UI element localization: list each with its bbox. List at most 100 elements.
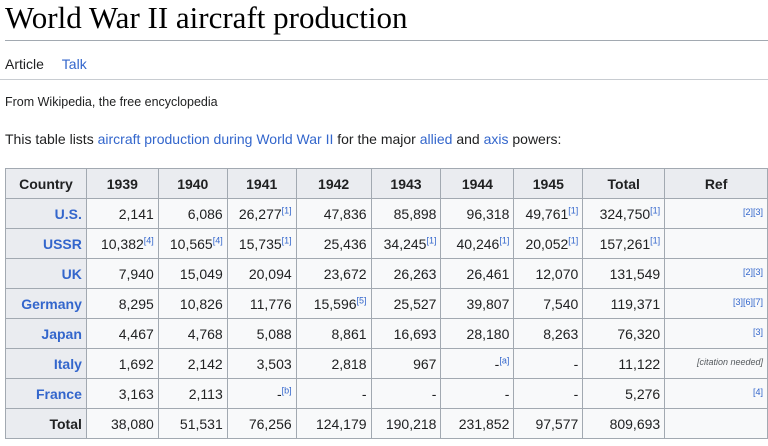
footnote-link[interactable]: [4] <box>213 235 223 245</box>
country-link[interactable]: Japan <box>5 318 87 349</box>
reference-link[interactable]: [2][3] <box>743 267 763 277</box>
cell-value: - <box>431 385 437 402</box>
data-cell: - <box>370 378 442 409</box>
intro-text-mid2: and <box>452 131 484 147</box>
data-cell: 15,049 <box>157 258 228 289</box>
footnote-link[interactable]: [1] <box>282 235 292 245</box>
data-cell: 119,371 <box>582 288 666 319</box>
data-cell: 12,070 <box>513 258 584 289</box>
data-cell: 8,263 <box>513 318 584 349</box>
ref-cell: [3][6][7] <box>664 288 768 319</box>
cell-value: 76,320 <box>617 325 661 342</box>
cell-value: 2,818 <box>331 355 367 372</box>
country-link[interactable]: UK <box>5 258 87 289</box>
cell-value: - <box>573 355 579 372</box>
data-cell: 157,261[1] <box>582 228 666 259</box>
data-cell: 25,527 <box>370 288 442 319</box>
cell-value: - <box>504 385 510 402</box>
tabs-divider <box>0 79 768 80</box>
data-cell: 10,565[4] <box>157 228 228 259</box>
table-row: Germany 8,295 10,826 11,776 15,596[5] 25,527 3… <box>5 288 768 319</box>
link-axis[interactable]: axis <box>484 131 509 147</box>
reference-link[interactable]: [citation needed] <box>697 357 763 367</box>
column-header: Ref <box>664 168 768 199</box>
cell-value: 119,371 <box>610 295 661 312</box>
column-header: Total <box>582 168 666 199</box>
footnote-link[interactable]: [5] <box>357 295 367 305</box>
total-cell: 97,577 <box>513 408 584 439</box>
data-cell: 2,142 <box>157 348 228 379</box>
reference-link[interactable]: [2][3] <box>743 207 763 217</box>
cell-value: 28,180 <box>466 325 510 342</box>
data-cell: 131,549 <box>582 258 666 289</box>
cell-value: 12,070 <box>535 265 579 282</box>
footnote-link[interactable]: [b] <box>282 385 292 395</box>
country-link[interactable]: U.S. <box>5 198 87 229</box>
data-cell: 7,940 <box>85 258 159 289</box>
footnote-link[interactable]: [1] <box>499 235 509 245</box>
table-row: U.S. 2,141 6,086 26,277[1] 47,836 85,898 96,31… <box>5 198 768 229</box>
data-cell: - <box>295 378 372 409</box>
cell-value: 10,565 <box>169 235 213 252</box>
reference-link[interactable]: [4] <box>753 387 763 397</box>
cell-value: 8,263 <box>543 325 579 342</box>
data-cell: 11,776 <box>226 288 297 319</box>
data-cell: 26,277[1] <box>226 198 297 229</box>
ref-cell: [2][3] <box>664 258 768 289</box>
data-cell: 7,540 <box>513 288 584 319</box>
data-cell: 3,163 <box>85 378 159 409</box>
cell-value: 3,163 <box>118 385 154 402</box>
cell-value: 25,527 <box>393 295 437 312</box>
column-header: 1943 <box>370 168 442 199</box>
footnote-link[interactable]: [a] <box>499 355 509 365</box>
data-cell: 1,692 <box>85 348 159 379</box>
data-cell: 6,086 <box>157 198 228 229</box>
cell-value: 47,836 <box>323 205 367 222</box>
table-row: UK 7,940 15,049 20,094 23,672 26,263 26,461 12,… <box>5 258 768 289</box>
footnote-link[interactable]: [1] <box>650 205 660 215</box>
country-link[interactable]: USSR <box>5 228 87 259</box>
link-aircraft-production[interactable]: aircraft production during World War II <box>98 131 334 147</box>
data-cell: 10,382[4] <box>85 228 159 259</box>
footnote-link[interactable]: [1] <box>568 235 578 245</box>
footnote-link[interactable]: [1] <box>568 205 578 215</box>
page-tabs: Article Talk <box>5 56 101 72</box>
ref-cell: [2][3] <box>664 198 768 229</box>
footnote-link[interactable]: [4] <box>144 235 154 245</box>
data-cell: -[b] <box>226 378 297 409</box>
cell-value: 6,086 <box>187 205 223 222</box>
cell-value: 11,122 <box>618 355 661 372</box>
tab-talk[interactable]: Talk <box>62 56 87 72</box>
data-cell: 2,113 <box>157 378 228 409</box>
ref-cell: [4] <box>664 378 768 409</box>
total-cell: 231,852 <box>440 408 515 439</box>
data-cell: 324,750[1] <box>582 198 666 229</box>
footnote-link[interactable]: [1] <box>282 205 292 215</box>
footnote-link[interactable]: [1] <box>650 235 660 245</box>
data-cell: 15,596[5] <box>295 288 372 319</box>
data-cell: 25,436 <box>295 228 372 259</box>
country-link[interactable]: France <box>5 378 87 409</box>
country-link[interactable]: Italy <box>5 348 87 379</box>
cell-value: 96,318 <box>466 205 510 222</box>
cell-value: 131,549 <box>609 265 661 282</box>
column-header: 1944 <box>440 168 515 199</box>
data-cell: 11,122 <box>582 348 666 379</box>
link-allied[interactable]: allied <box>420 131 453 147</box>
reference-link[interactable]: [3][6][7] <box>733 297 763 307</box>
cell-value: 39,807 <box>466 295 510 312</box>
cell-value: 2,142 <box>187 355 223 372</box>
cell-value: - <box>361 385 367 402</box>
ref-cell <box>664 228 768 259</box>
data-cell: 16,693 <box>370 318 442 349</box>
data-cell: 49,761[1] <box>513 198 584 229</box>
reference-link[interactable]: [3] <box>753 327 763 337</box>
footnote-link[interactable]: [1] <box>426 235 436 245</box>
data-cell: 39,807 <box>440 288 515 319</box>
cell-value: 20,052 <box>525 235 569 252</box>
country-link[interactable]: Germany <box>5 288 87 319</box>
tab-article[interactable]: Article <box>5 56 44 72</box>
data-cell: 85,898 <box>370 198 442 229</box>
site-tagline: From Wikipedia, the free encyclopedia <box>5 95 218 109</box>
total-label: Total <box>5 408 87 439</box>
